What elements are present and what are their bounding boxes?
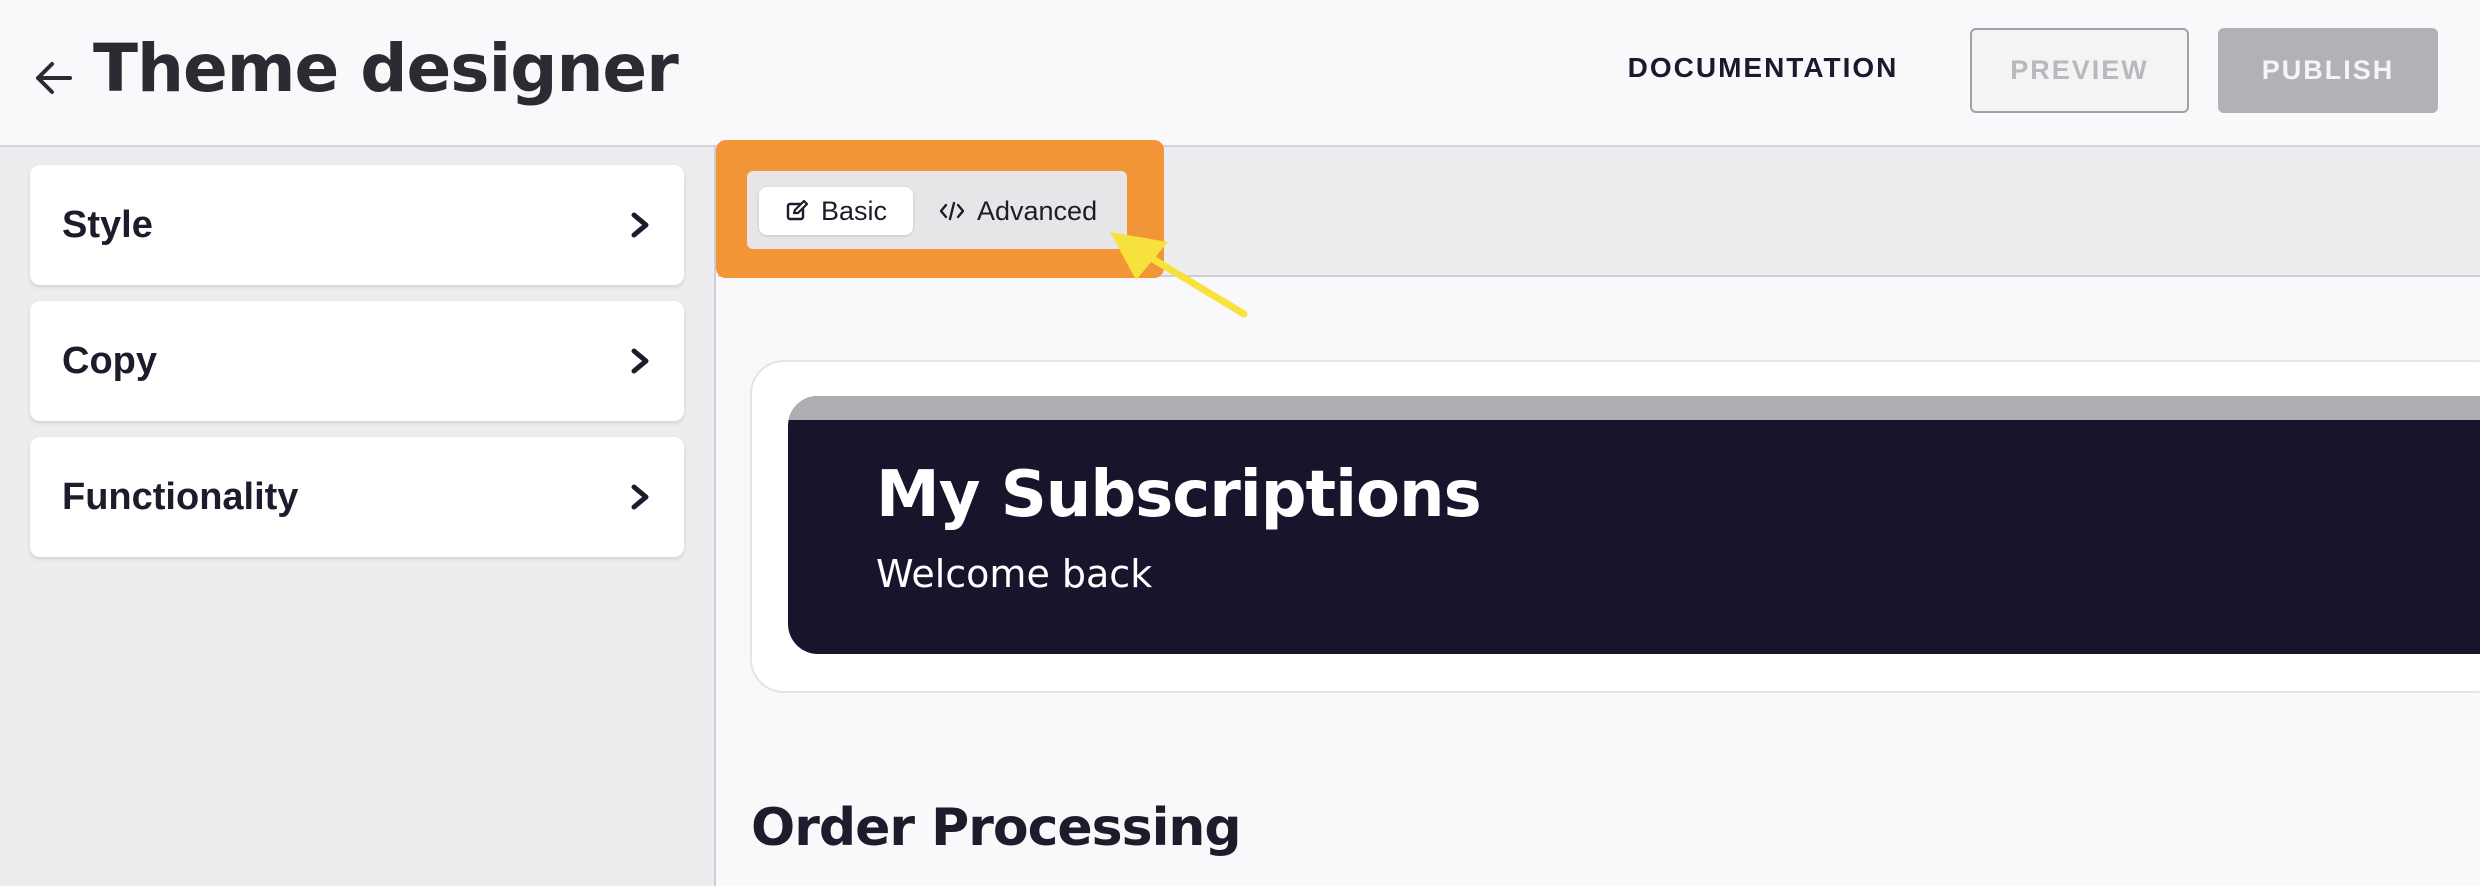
banner-title: My Subscriptions [876,458,1482,532]
back-arrow-icon[interactable] [28,52,80,104]
sidebar-item-label: Functionality [62,475,299,518]
tab-basic[interactable]: Basic [759,187,913,235]
documentation-link[interactable]: DOCUMENTATION [1620,52,1906,88]
sidebar-item-functionality[interactable]: Functionality [30,437,684,557]
sidebar-item-style[interactable]: Style [30,165,684,285]
sidebar-item-label: Copy [62,339,157,382]
chevron-right-icon [631,212,649,238]
editor-mode-tabs: Basic Advanced [747,171,1127,249]
tab-label: Basic [821,195,888,226]
edit-square-icon [786,199,809,221]
sidebar: Style Copy Functionality [0,147,716,886]
publish-button[interactable]: PUBLISH [2218,28,2438,113]
sidebar-item-copy[interactable]: Copy [30,301,684,421]
page-title: Theme designer [93,30,679,107]
banner-subtitle: Welcome back [876,552,1153,596]
tab-advanced[interactable]: Advanced [925,187,1115,235]
code-icon [939,201,965,221]
chevron-right-icon [631,484,649,510]
chevron-right-icon [631,348,649,374]
subscriptions-banner: My Subscriptions Welcome back [788,396,2480,654]
sidebar-item-label: Style [62,203,153,246]
preview-button[interactable]: PREVIEW [1970,28,2189,113]
top-bar: Theme designer DOCUMENTATION PREVIEW PUB… [0,0,2480,147]
annotation-arrow-icon [1110,232,1248,318]
tab-label: Advanced [977,195,1098,226]
section-heading: Order Processing [751,798,1242,858]
banner-top-strip [788,396,2480,420]
